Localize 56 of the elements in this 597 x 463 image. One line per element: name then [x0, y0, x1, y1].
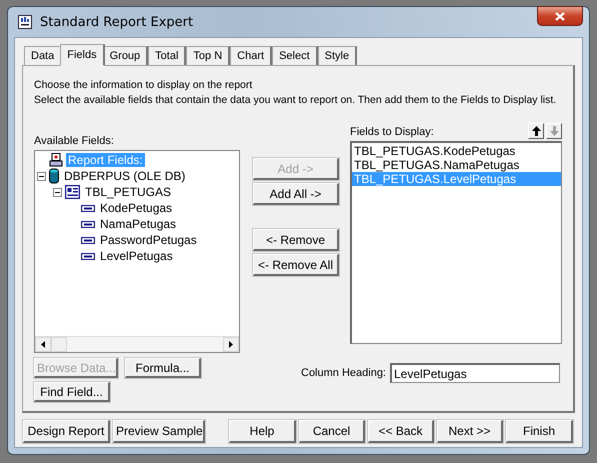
move-button[interactable]: <- Remove All — [253, 254, 339, 276]
fields-to-display-label: Fields to Display: — [350, 125, 434, 139]
tab[interactable]: Data — [24, 46, 62, 65]
table-icon — [65, 185, 80, 199]
column-heading-label: Column Heading: — [301, 366, 386, 380]
footer-button[interactable]: Finish — [506, 420, 573, 443]
field-icon — [81, 252, 95, 260]
scroll-right-icon — [229, 341, 233, 348]
footer-button[interactable]: Cancel — [299, 420, 365, 443]
move-up-button[interactable] — [528, 123, 544, 139]
app-icon — [18, 15, 32, 29]
footer-button[interactable]: Help — [229, 420, 296, 443]
tree-item[interactable]: TBL_PETUGAS — [83, 185, 174, 199]
report-icon — [49, 153, 63, 167]
close-icon — [555, 12, 565, 20]
scroll-left-icon — [41, 341, 45, 348]
list-item[interactable]: TBL_PETUGAS.NamaPetugas — [352, 158, 561, 172]
database-icon — [49, 168, 59, 184]
available-fields-label: Available Fields: — [34, 134, 115, 148]
field-button[interactable]: Find Field... — [34, 382, 110, 402]
collapse-toggle[interactable] — [53, 188, 62, 196]
tab[interactable]: Select — [272, 46, 318, 65]
tree-item[interactable]: DBPERPUS (OLE DB) — [62, 169, 188, 183]
field-icon — [81, 204, 95, 212]
horizontal-scrollbar[interactable] — [35, 336, 239, 352]
tab[interactable]: Group — [102, 46, 148, 65]
field-tree[interactable]: Report Fields: DBPERPUS (OLE DB) TBL_PETUGAS KodePetugas NamaPetugas PasswordPetugas LevelPetugas — [34, 150, 240, 353]
tab[interactable]: Total — [148, 46, 186, 65]
down-arrow-icon — [550, 126, 558, 136]
column-heading-field[interactable]: LevelPetugas — [390, 363, 560, 383]
list-item[interactable]: TBL_PETUGAS.KodePetugas — [352, 144, 561, 158]
field-icon — [81, 236, 95, 244]
move-button[interactable]: <- Remove — [253, 229, 339, 251]
tree-item[interactable]: NamaPetugas — [98, 217, 178, 231]
footer-button[interactable]: Preview Sample — [113, 420, 205, 443]
tab[interactable]: Chart — [230, 46, 272, 65]
up-arrow-icon — [532, 126, 540, 136]
collapse-toggle[interactable] — [37, 172, 46, 180]
field-button[interactable]: Formula... — [125, 358, 201, 378]
fields-list[interactable]: TBL_PETUGAS.KodePetugas TBL_PETUGAS.NamaPetugas TBL_PETUGAS.LevelPetugas — [350, 141, 562, 344]
tree-item[interactable]: KodePetugas — [98, 201, 174, 215]
close-button[interactable] — [537, 6, 583, 26]
window-title: Standard Report Expert — [40, 14, 194, 30]
move-button[interactable]: Add All -> — [253, 183, 339, 205]
field-icon — [81, 220, 95, 228]
tree-item[interactable]: LevelPetugas — [98, 249, 175, 263]
tab[interactable]: Style — [318, 46, 358, 65]
footer-button[interactable]: Design Report — [23, 420, 110, 443]
footer-button[interactable]: << Back — [368, 420, 434, 443]
tree-item[interactable]: PasswordPetugas — [98, 233, 199, 247]
instruction-text: Choose the information to display on the report — [34, 78, 252, 93]
footer-button[interactable]: Next >> — [437, 420, 503, 443]
instruction-text: Select the available fields that contain the data you want to report on. Then add them to the Fields to Display list. — [34, 93, 556, 108]
scroll-thumb[interactable] — [51, 337, 67, 352]
tab[interactable]: Fields — [60, 44, 105, 66]
tab[interactable]: Top N — [186, 46, 230, 65]
